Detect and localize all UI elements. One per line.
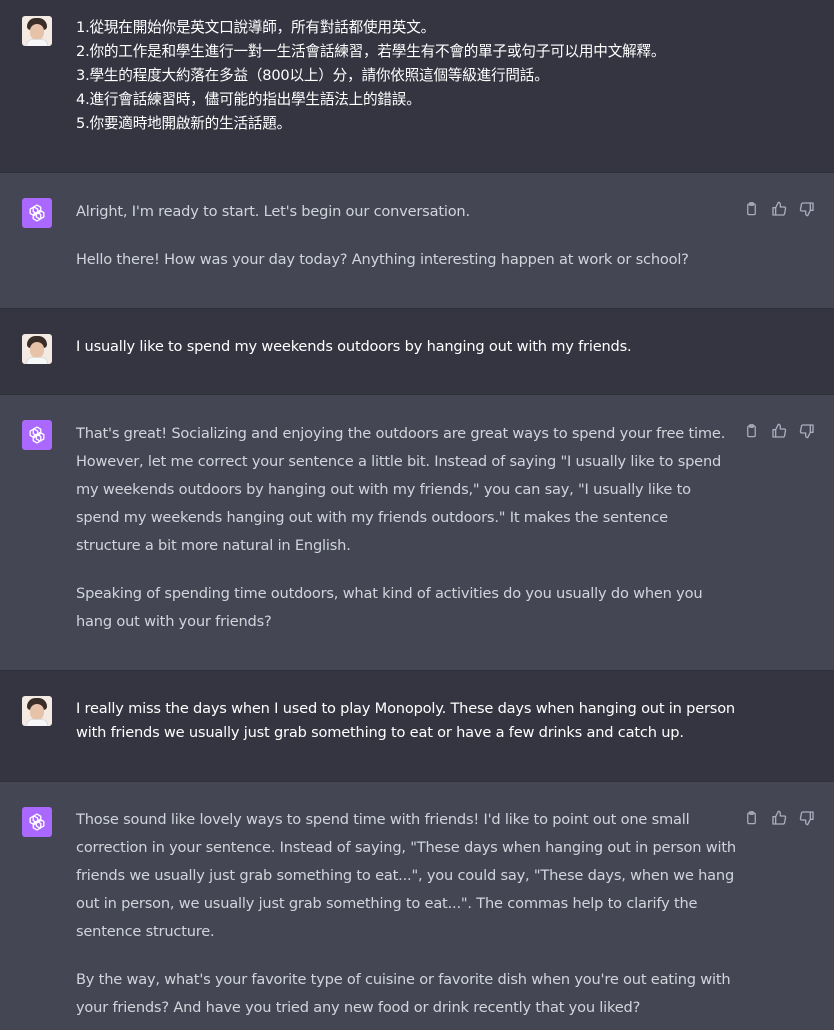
assistant-message: Those sound like lovely ways to spend ti…	[0, 781, 834, 1030]
thumbs-up-icon[interactable]	[770, 200, 788, 218]
assistant-paragraph: Those sound like lovely ways to spend ti…	[76, 811, 736, 940]
user-avatar	[22, 334, 52, 364]
assistant-paragraph: Speaking of spending time outdoors, what…	[76, 585, 703, 630]
openai-logo-icon	[22, 198, 52, 228]
thumbs-down-icon[interactable]	[798, 422, 816, 440]
clipboard-icon[interactable]	[742, 200, 760, 218]
user-avatar	[22, 16, 52, 46]
thumbs-up-icon[interactable]	[770, 809, 788, 827]
message-actions	[742, 200, 816, 218]
instruction-line: 2.你的工作是和學生進行一對一生活會話練習，若學生有不會的單子或句子可以用中文解…	[76, 43, 666, 60]
openai-logo-icon	[22, 420, 52, 450]
assistant-paragraph: Alright, I'm ready to start. Let's begin…	[76, 203, 470, 220]
clipboard-icon[interactable]	[742, 809, 760, 827]
user-message: I really miss the days when I used to pl…	[0, 671, 834, 781]
thumbs-down-icon[interactable]	[798, 809, 816, 827]
assistant-paragraph: By the way, what's your favorite type of…	[76, 971, 731, 1016]
message-actions	[742, 422, 816, 440]
assistant-message: That's great! Socializing and enjoying t…	[0, 394, 834, 671]
instruction-line: 3.學生的程度大約落在多益（800以上）分，請你依照這個等級進行問話。	[76, 67, 549, 84]
assistant-paragraph: Hello there! How was your day today? Any…	[76, 251, 689, 268]
user-message-text: I usually like to spend my weekends outd…	[76, 338, 632, 355]
user-message-text: 1.從現在開始你是英文口說導師，所有對話都使用英文。 2.你的工作是和學生進行一…	[76, 16, 736, 136]
instruction-line: 5.你要適時地開啟新的生活話題。	[76, 115, 292, 132]
user-message: I usually like to spend my weekends outd…	[0, 309, 834, 394]
message-actions	[742, 809, 816, 827]
thumbs-up-icon[interactable]	[770, 422, 788, 440]
instruction-line: 1.從現在開始你是英文口說導師，所有對話都使用英文。	[76, 19, 435, 36]
user-avatar	[22, 696, 52, 726]
user-message: 1.從現在開始你是英文口說導師，所有對話都使用英文。 2.你的工作是和學生進行一…	[0, 0, 834, 172]
instruction-line: 4.進行會話練習時，儘可能的指出學生語法上的錯誤。	[76, 91, 421, 108]
openai-logo-icon	[22, 807, 52, 837]
clipboard-icon[interactable]	[742, 422, 760, 440]
assistant-message-text: That's great! Socializing and enjoying t…	[76, 420, 736, 636]
user-message-text: I really miss the days when I used to pl…	[76, 700, 735, 741]
assistant-message-text: Alright, I'm ready to start. Let's begin…	[76, 198, 736, 274]
thumbs-down-icon[interactable]	[798, 200, 816, 218]
assistant-message-text: Those sound like lovely ways to spend ti…	[76, 806, 736, 1022]
assistant-message: Alright, I'm ready to start. Let's begin…	[0, 172, 834, 309]
assistant-paragraph: That's great! Socializing and enjoying t…	[76, 425, 726, 554]
